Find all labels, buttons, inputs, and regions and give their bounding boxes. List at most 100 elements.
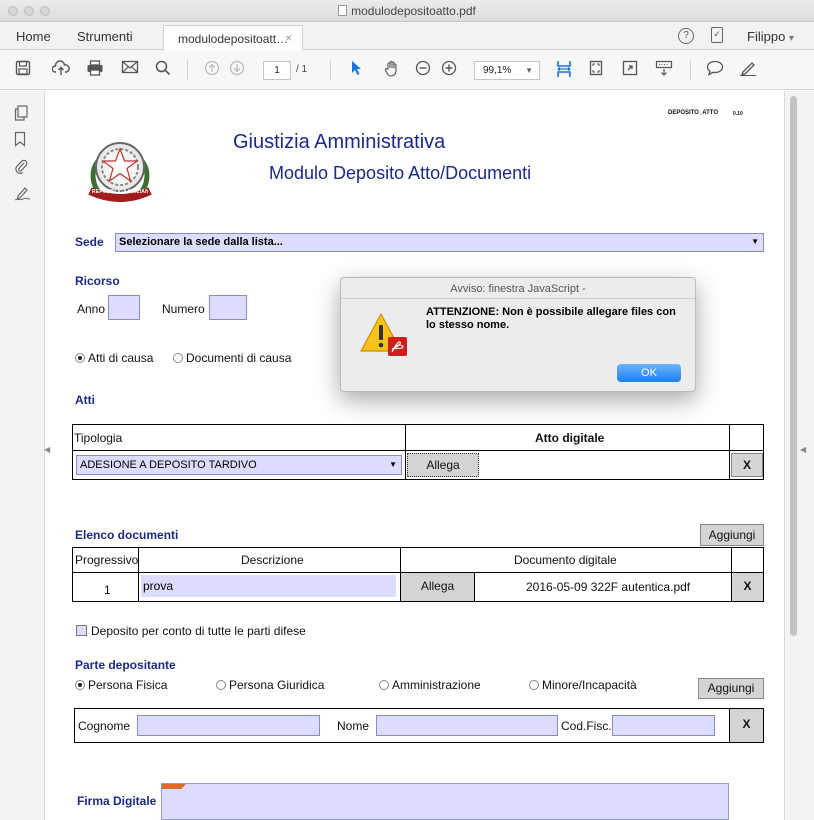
checkbox-icon [76,625,87,636]
radio-persona-giuridica[interactable]: Persona Giuridica [216,678,324,692]
select-cursor-icon[interactable] [349,60,363,80]
page-subtitle: Modulo Deposito Atto/Documenti [269,163,532,183]
nome-label: Nome [337,719,370,733]
fit-width-icon[interactable] [555,60,573,80]
chevron-down-icon: ▼ [751,237,759,246]
expand-right-panel-icon[interactable]: ◀ [800,445,806,454]
toolbar-divider [690,60,691,80]
numero-input[interactable] [209,295,247,320]
javascript-alert-dialog: Avviso: finestra JavaScript - ATTENZIONE… [340,277,696,392]
search-icon[interactable] [153,60,173,80]
toolbar-divider [187,60,188,80]
page-number-input[interactable]: 1 [263,61,291,80]
ricorso-label: Ricorso [75,274,120,288]
save-icon[interactable] [14,60,32,80]
vertical-scrollbar[interactable] [790,96,797,636]
hand-tool-icon[interactable] [382,60,402,80]
signature-icon[interactable] [14,185,32,205]
republic-emblem: REPUBBLICA ITALIANA [82,131,158,205]
tab-close-icon[interactable]: × [285,31,292,45]
menu-tools[interactable]: Strumenti [77,29,133,44]
atti-table: Tipologia Atto digitale ADESIONE A DEPOS… [72,424,764,480]
sede-label: Sede [75,235,104,249]
tab-document[interactable]: modulodepositoatt… × [163,25,303,50]
anno-input[interactable] [108,295,140,320]
radio-amministrazione[interactable]: Amministrazione [379,678,481,692]
aggiungi-documento-button[interactable]: Aggiungi [700,524,764,546]
zoom-select[interactable]: 99,1% ▼ [474,61,540,80]
descrizione-input[interactable]: prova [141,575,396,597]
elenco-documenti-label: Elenco documenti [75,528,179,542]
dialog-message: ATTENZIONE: Non è possibile allegare fil… [426,306,676,331]
numero-label: Numero [162,302,205,316]
fullscreen-icon[interactable] [621,60,639,80]
tipologia-select[interactable]: ADESIONE A DEPOSITO TARDIVO ▼ [76,455,402,475]
codfisc-input[interactable] [612,715,715,736]
allega-documento-button[interactable]: Allega [401,573,474,601]
collapse-left-panel-icon[interactable]: ◀ [44,445,50,454]
sign-icon[interactable] [738,60,758,80]
bookmark-icon[interactable] [14,131,26,151]
firma-digitale-field[interactable] [161,783,729,820]
radio-atti-causa[interactable]: Atti di causa [75,351,153,365]
upload-cloud-icon[interactable] [51,60,71,80]
remove-parte-button[interactable]: X [730,709,763,742]
menu-home[interactable]: Home [16,29,51,44]
print-icon[interactable] [85,60,105,80]
cognome-input[interactable] [137,715,320,736]
form-version: 0.10 [733,111,743,117]
descrizione-header: Descrizione [241,553,304,567]
keyboard-icon[interactable] [654,60,674,80]
chevron-down-icon: ▼ [525,66,533,75]
radio-minore-incapacita[interactable]: Minore/Incapacità [529,678,637,692]
user-menu[interactable]: Filippo ▾ [747,29,794,44]
remove-documento-button[interactable]: X [732,573,763,601]
nome-input[interactable] [376,715,558,736]
signature-flag-icon [162,784,186,789]
tab-document-label: modulodepositoatt… [178,32,289,46]
parte-depositante-label: Parte depositante [75,658,176,672]
help-icon[interactable]: ? [678,28,694,44]
documento-file-name: 2016-05-09 322F autentica.pdf [526,580,691,594]
toolbar-divider [330,60,331,80]
page-total: / 1 [296,64,308,75]
tipologia-header: Tipologia [74,431,123,445]
anno-label: Anno [77,302,106,316]
warning-icon [359,311,415,359]
emblem-ribbon-text: REPUBBLICA ITALIANA [92,189,148,195]
next-page-icon[interactable] [228,60,246,80]
deposito-checkbox[interactable]: Deposito per conto di tutte le parti dif… [76,624,306,638]
fit-page-icon[interactable] [587,60,605,80]
allega-atto-button[interactable]: Allega [407,453,479,477]
cognome-label: Cognome [78,719,131,733]
pdf-file-icon [338,5,348,16]
progressivo-header: Progressivo [75,553,139,567]
attachment-icon[interactable] [14,158,28,178]
zoom-out-icon[interactable] [414,60,432,80]
prev-page-icon[interactable] [203,60,221,80]
codfisc-label: Cod.Fisc. [561,719,612,733]
atto-digitale-header: Atto digitale [535,431,605,445]
checklist-icon[interactable]: ✓ [711,27,723,43]
aggiungi-parte-button[interactable]: Aggiungi [698,678,764,699]
comment-icon[interactable] [705,60,725,80]
radio-documenti-causa[interactable]: Documenti di causa [173,351,291,365]
radio-button [379,680,389,690]
table-col-divider [729,425,730,479]
remove-atto-button[interactable]: X [731,453,763,477]
zoom-in-icon[interactable] [440,60,458,80]
mail-icon[interactable] [120,60,140,80]
radio-button [173,353,183,363]
radio-button [529,680,539,690]
sede-select[interactable]: Selezionare la sede dalla lista... ▼ [115,233,764,252]
radio-persona-fisica[interactable]: Persona Fisica [75,678,167,692]
chevron-down-icon: ▼ [389,460,397,469]
dialog-title: Avviso: finestra JavaScript - [450,283,586,295]
documento-digitale-header: Documento digitale [514,553,617,567]
ok-button[interactable]: OK [617,364,681,382]
table-col-divider [474,572,475,602]
pages-icon[interactable] [14,105,28,125]
radio-button-selected [75,353,85,363]
toolbar: 1 / 1 99,1% ▼ [0,50,814,90]
table-row-divider [73,450,763,451]
